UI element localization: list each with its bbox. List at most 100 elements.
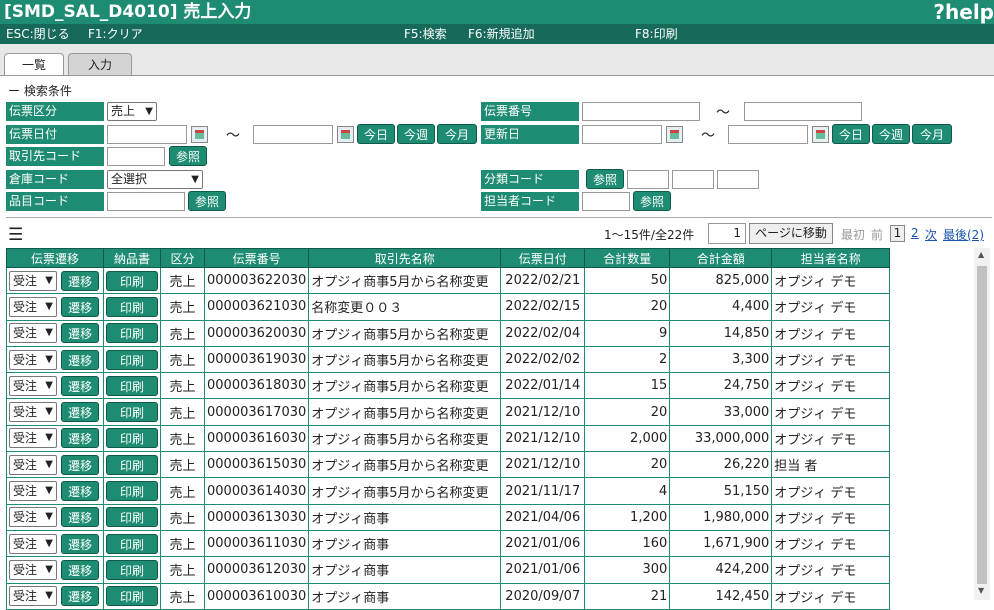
print-button[interactable]: 印刷 xyxy=(106,507,158,528)
move-button[interactable]: 遷移 xyxy=(61,559,100,580)
f5-search-key[interactable]: F5:検索 xyxy=(404,24,447,44)
hinmoku-ref-button[interactable]: 参照 xyxy=(188,191,226,211)
hamburger-menu-icon[interactable]: ☰ xyxy=(8,225,23,245)
move-button[interactable]: 遷移 xyxy=(61,428,100,449)
calendar-icon[interactable] xyxy=(666,126,683,143)
denpyo-no-to-input[interactable] xyxy=(744,102,862,121)
scrollbar-thumb[interactable] xyxy=(977,266,987,584)
move-button[interactable]: 遷移 xyxy=(61,533,100,554)
move-button[interactable]: 遷移 xyxy=(61,454,100,475)
denpyo-month-button[interactable]: 今月 xyxy=(437,124,477,144)
col-header[interactable]: 取引先名称 xyxy=(308,248,502,268)
col-header[interactable]: 納品書 xyxy=(103,248,161,268)
col-header[interactable]: 伝票日付 xyxy=(500,248,586,268)
calendar-icon[interactable] xyxy=(812,126,829,143)
denpyo-date-to-input[interactable] xyxy=(253,125,333,144)
torihiki-code-input[interactable] xyxy=(107,147,165,166)
hinmoku-code-input[interactable] xyxy=(107,192,185,211)
denpyo-week-button[interactable]: 今週 xyxy=(397,124,435,144)
denpyo-kubun-select[interactable]: 売上 ▼ xyxy=(107,102,157,121)
table-row[interactable]: 受注 ▼ 遷移 印刷 売上 000003611030 オプジィ商事 2021/01/06 16… xyxy=(6,529,891,558)
denpyo-date-from-input[interactable] xyxy=(107,125,187,144)
table-row[interactable]: 受注 ▼ 遷移 印刷 売上 000003619030 オプジィ商事5月から名称変更 2022… xyxy=(6,345,891,374)
esc-close-key[interactable]: ESC:閉じる xyxy=(6,24,70,44)
table-row[interactable]: 受注 ▼ 遷移 印刷 売上 000003622030 オプジィ商事5月から名称変更 2022… xyxy=(6,266,891,295)
transition-select[interactable]: 受注 ▼ xyxy=(9,454,57,475)
table-row[interactable]: 受注 ▼ 遷移 印刷 売上 000003620030 オプジィ商事5月から名称変更 2022… xyxy=(6,319,891,347)
tantou-ref-button[interactable]: 参照 xyxy=(633,191,671,211)
help-button[interactable]: ?help xyxy=(933,0,994,24)
transition-select[interactable]: 受注 ▼ xyxy=(9,481,57,502)
next-page-link[interactable]: 次 xyxy=(925,226,937,243)
koushin-today-button[interactable]: 今日 xyxy=(832,124,870,144)
col-header[interactable]: 伝票遷移 xyxy=(6,248,104,268)
print-button[interactable]: 印刷 xyxy=(106,402,158,423)
vertical-scrollbar[interactable]: ▲ ▼ xyxy=(974,248,990,600)
table-row[interactable]: 受注 ▼ 遷移 印刷 売上 000003613030 オプジィ商事 2021/04/06 1,… xyxy=(6,503,891,531)
print-button[interactable]: 印刷 xyxy=(106,454,158,475)
transition-select[interactable]: 受注 ▼ xyxy=(9,296,57,317)
transition-select[interactable]: 受注 ▼ xyxy=(9,402,57,423)
torihiki-ref-button[interactable]: 参照 xyxy=(169,146,207,166)
move-button[interactable]: 遷移 xyxy=(61,270,100,291)
koushin-month-button[interactable]: 今月 xyxy=(912,124,952,144)
move-button[interactable]: 遷移 xyxy=(61,402,100,423)
transition-select[interactable]: 受注 ▼ xyxy=(9,349,57,370)
print-button[interactable]: 印刷 xyxy=(106,323,158,344)
bunrui-code-1-input[interactable] xyxy=(627,170,669,189)
print-button[interactable]: 印刷 xyxy=(106,481,158,502)
bunrui-ref-button[interactable]: 参照 xyxy=(586,169,624,189)
transition-select[interactable]: 受注 ▼ xyxy=(9,533,57,554)
koushin-week-button[interactable]: 今週 xyxy=(872,124,910,144)
print-button[interactable]: 印刷 xyxy=(106,586,158,607)
table-row[interactable]: 受注 ▼ 遷移 印刷 売上 000003614030 オプジィ商事5月から名称変更 2021… xyxy=(6,477,891,505)
table-row[interactable]: 受注 ▼ 遷移 印刷 売上 000003617030 オプジィ商事5月から名称変更 2021… xyxy=(6,398,891,426)
transition-select[interactable]: 受注 ▼ xyxy=(9,428,57,449)
print-button[interactable]: 印刷 xyxy=(106,270,158,291)
scroll-up-icon[interactable]: ▲ xyxy=(978,250,984,259)
page-2-link[interactable]: 2 xyxy=(911,226,919,240)
print-button[interactable]: 印刷 xyxy=(106,533,158,554)
search-section-toggle[interactable]: ー 検索条件 xyxy=(8,82,72,99)
move-button[interactable]: 遷移 xyxy=(61,586,100,607)
table-row[interactable]: 受注 ▼ 遷移 印刷 売上 000003618030 オプジィ商事5月から名称変更 2022… xyxy=(6,372,891,400)
table-row[interactable]: 受注 ▼ 遷移 印刷 売上 000003612030 オプジィ商事 2021/01/06 30… xyxy=(6,556,891,584)
table-row[interactable]: 受注 ▼ 遷移 印刷 売上 000003621030 名称変更００３ 2022/02/15 2… xyxy=(6,293,891,321)
f8-print-key[interactable]: F8:印刷 xyxy=(635,24,678,44)
scroll-down-icon[interactable]: ▼ xyxy=(978,586,984,595)
print-button[interactable]: 印刷 xyxy=(106,349,158,370)
col-header[interactable]: 担当者名称 xyxy=(771,248,891,268)
goto-page-button[interactable]: ページに移動 xyxy=(749,223,833,244)
print-button[interactable]: 印刷 xyxy=(106,428,158,449)
tab-input[interactable]: 入力 xyxy=(68,53,132,76)
transition-select[interactable]: 受注 ▼ xyxy=(9,375,57,396)
transition-select[interactable]: 受注 ▼ xyxy=(9,270,57,291)
first-page-link[interactable]: 最初 xyxy=(841,226,865,243)
calendar-icon[interactable] xyxy=(337,126,354,143)
transition-select[interactable]: 受注 ▼ xyxy=(9,559,57,580)
last-page-link[interactable]: 最後(2) xyxy=(943,226,984,243)
page-number-input[interactable]: 1 xyxy=(708,223,746,244)
table-row[interactable]: 受注 ▼ 遷移 印刷 売上 000003616030 オプジィ商事5月から名称変更 2021… xyxy=(6,424,891,453)
table-row[interactable]: 受注 ▼ 遷移 印刷 売上 000003610030 オプジィ商事 2020/09/07 21… xyxy=(6,582,891,610)
calendar-icon[interactable] xyxy=(191,126,208,143)
prev-page-link[interactable]: 前 xyxy=(871,226,883,243)
print-button[interactable]: 印刷 xyxy=(106,296,158,317)
print-button[interactable]: 印刷 xyxy=(106,559,158,580)
bunrui-code-3-input[interactable] xyxy=(717,170,759,189)
col-header[interactable]: 合計数量 xyxy=(584,248,671,268)
denpyo-no-from-input[interactable] xyxy=(582,102,700,121)
transition-select[interactable]: 受注 ▼ xyxy=(9,507,57,528)
koushin-date-to-input[interactable] xyxy=(728,125,808,144)
move-button[interactable]: 遷移 xyxy=(61,375,100,396)
souko-code-select[interactable]: 全選択 ▼ xyxy=(107,170,203,189)
tab-list[interactable]: 一覧 xyxy=(4,53,64,77)
move-button[interactable]: 遷移 xyxy=(61,296,100,317)
move-button[interactable]: 遷移 xyxy=(61,481,100,502)
f6-new-key[interactable]: F6:新規追加 xyxy=(468,24,535,44)
print-button[interactable]: 印刷 xyxy=(106,375,158,396)
denpyo-today-button[interactable]: 今日 xyxy=(357,124,395,144)
bunrui-code-2-input[interactable] xyxy=(672,170,714,189)
move-button[interactable]: 遷移 xyxy=(61,323,100,344)
move-button[interactable]: 遷移 xyxy=(61,349,100,370)
